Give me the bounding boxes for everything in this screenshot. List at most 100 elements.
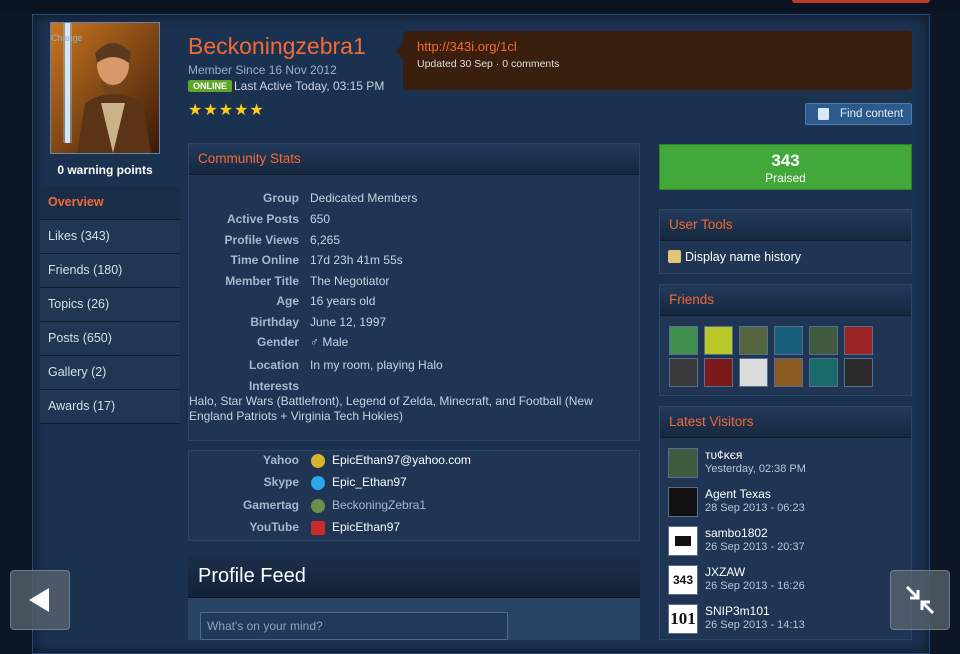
contact-value[interactable]: EpicEthan97@yahoo.com [332, 453, 471, 467]
visitor-item[interactable]: sambo1802 26 Sep 2013 - 20:37 [668, 526, 908, 560]
back-arrow-icon [29, 588, 49, 612]
status-input[interactable]: What's on your mind? [200, 612, 508, 640]
friend-avatar[interactable] [774, 358, 803, 387]
stat-label: Active Posts [226, 212, 299, 226]
display-name-history-label: Display name history [685, 250, 802, 264]
friend-avatar[interactable] [739, 326, 768, 355]
stat-label: Member Title [225, 274, 299, 288]
display-name-history-link[interactable]: Display name history [668, 250, 801, 264]
nav-topics[interactable]: Topics (26) [40, 288, 180, 322]
friends-title: Friends [660, 285, 911, 316]
nav-overview[interactable]: Overview [40, 186, 180, 220]
friend-avatar[interactable] [809, 326, 838, 355]
stat-label: Age [276, 294, 299, 308]
document-icon [818, 108, 829, 120]
contact-label: Skype [263, 475, 299, 489]
yahoo-icon [311, 454, 325, 468]
latest-visitors-box: Latest Visitors ᴛᴜ¢κєя Yesterday, 02:38 … [659, 406, 912, 640]
user-tools-title: User Tools [660, 210, 911, 241]
praised-counter[interactable]: 343 Praised [659, 144, 912, 190]
stat-value: 17d 23h 41m 55s [310, 253, 403, 267]
contact-label: Yahoo [262, 453, 299, 467]
online-badge: ONLINE [188, 80, 233, 92]
friend-avatar[interactable] [669, 358, 698, 387]
collapse-arrows-icon [905, 585, 935, 615]
interests-text: Halo, Star Wars (Battlefront), Legend of… [189, 394, 593, 423]
visitor-name[interactable]: sambo1802 [705, 526, 768, 540]
profile-photo[interactable]: Change [50, 22, 160, 154]
stat-value: 6,265 [310, 233, 341, 247]
find-content-button[interactable]: Find content [805, 103, 912, 125]
friend-avatar[interactable] [844, 326, 873, 355]
friend-avatar[interactable] [844, 358, 873, 387]
visitor-avatar[interactable] [668, 448, 698, 478]
collapse-button[interactable] [890, 570, 950, 630]
contact-label: Gamertag [242, 498, 299, 512]
find-content-label: Find content [840, 108, 904, 120]
praised-count: 343 [771, 151, 800, 170]
visitor-time: Yesterday, 02:38 PM [705, 463, 806, 475]
contact-row-youtube: YouTube EpicEthan97 [189, 520, 639, 540]
friends-box: Friends [659, 284, 912, 396]
stat-label: Profile Views [224, 233, 299, 247]
last-active: Last Active Today, 03:15 PM [234, 79, 385, 93]
visitor-time: 28 Sep 2013 - 06:23 [705, 502, 805, 514]
change-photo-link[interactable]: Change [51, 33, 83, 43]
nav-posts[interactable]: Posts (650) [40, 322, 180, 356]
nav-awards[interactable]: Awards (17) [40, 390, 180, 424]
stat-value: The Negotiator [310, 274, 390, 288]
user-tools-box: User Tools Display name history [659, 209, 912, 274]
stat-label: Time Online [230, 253, 299, 267]
stat-label: Interests [248, 379, 299, 393]
friend-avatar[interactable] [774, 326, 803, 355]
tag-icon [668, 250, 681, 263]
contact-value[interactable]: EpicEthan97 [332, 520, 400, 534]
community-stats-box: Community Stats Group Dedicated Members A… [188, 143, 640, 441]
visitor-item[interactable]: Agent Texas 28 Sep 2013 - 06:23 [668, 487, 908, 521]
contact-label: YouTube [249, 520, 299, 534]
friend-avatar[interactable] [809, 358, 838, 387]
nav-friends[interactable]: Friends (180) [40, 254, 180, 288]
visitor-name[interactable]: SNIP3m101 [705, 604, 770, 618]
visitor-name[interactable]: JXZAW [705, 565, 745, 579]
praised-label: Praised [765, 171, 806, 185]
skype-icon [311, 476, 325, 490]
status-bubble: http://343i.org/1cl Updated 30 Sep · 0 c… [395, 31, 912, 90]
friend-avatar[interactable] [739, 358, 768, 387]
visitor-time: 26 Sep 2013 - 16:26 [705, 580, 805, 592]
stat-value[interactable]: Dedicated Members [310, 191, 417, 205]
visitor-time: 26 Sep 2013 - 14:13 [705, 619, 805, 631]
friend-avatar[interactable] [704, 358, 733, 387]
friend-avatar[interactable] [669, 326, 698, 355]
nav-likes[interactable]: Likes (343) [40, 220, 180, 254]
visitor-item[interactable]: 101 SNIP3m101 26 Sep 2013 - 14:13 [668, 604, 908, 638]
stat-value: 650 [310, 212, 331, 226]
visitor-avatar[interactable]: 101 [668, 604, 698, 634]
visitor-avatar[interactable] [668, 526, 698, 556]
contact-row-yahoo: Yahoo EpicEthan97@yahoo.com [189, 453, 639, 473]
profile-feed-title: Profile Feed [188, 556, 640, 598]
stat-value: June 12, 1997 [310, 315, 387, 329]
visitor-name[interactable]: Agent Texas [705, 487, 771, 501]
contact-value[interactable]: BeckoningZebra1 [332, 498, 426, 512]
nav-gallery[interactable]: Gallery (2) [40, 356, 180, 390]
back-button[interactable] [10, 570, 70, 630]
rating-stars: ★★★★★ [188, 102, 265, 119]
contact-value[interactable]: Epic_Ethan97 [332, 475, 407, 489]
xbox-icon [311, 499, 325, 513]
community-stats-title: Community Stats [189, 144, 639, 175]
friend-avatar[interactable] [704, 326, 733, 355]
visitor-item[interactable]: 343 JXZAW 26 Sep 2013 - 16:26 [668, 565, 908, 599]
visitor-avatar[interactable] [668, 487, 698, 517]
latest-visitors-title: Latest Visitors [660, 407, 911, 438]
stat-label: Birthday [250, 315, 299, 329]
profile-nav: Overview Likes (343) Friends (180) Topic… [40, 186, 180, 424]
top-accent-tab[interactable] [792, 0, 930, 3]
status-link[interactable]: http://343i.org/1cl [417, 39, 898, 54]
contact-row-skype: Skype Epic_Ethan97 [189, 475, 639, 495]
status-meta[interactable]: Updated 30 Sep · 0 comments [417, 58, 898, 70]
youtube-icon [311, 521, 325, 535]
visitor-name[interactable]: ᴛᴜ¢κєя [705, 448, 742, 462]
visitor-avatar[interactable]: 343 [668, 565, 698, 595]
visitor-item[interactable]: ᴛᴜ¢κєя Yesterday, 02:38 PM [668, 448, 908, 482]
